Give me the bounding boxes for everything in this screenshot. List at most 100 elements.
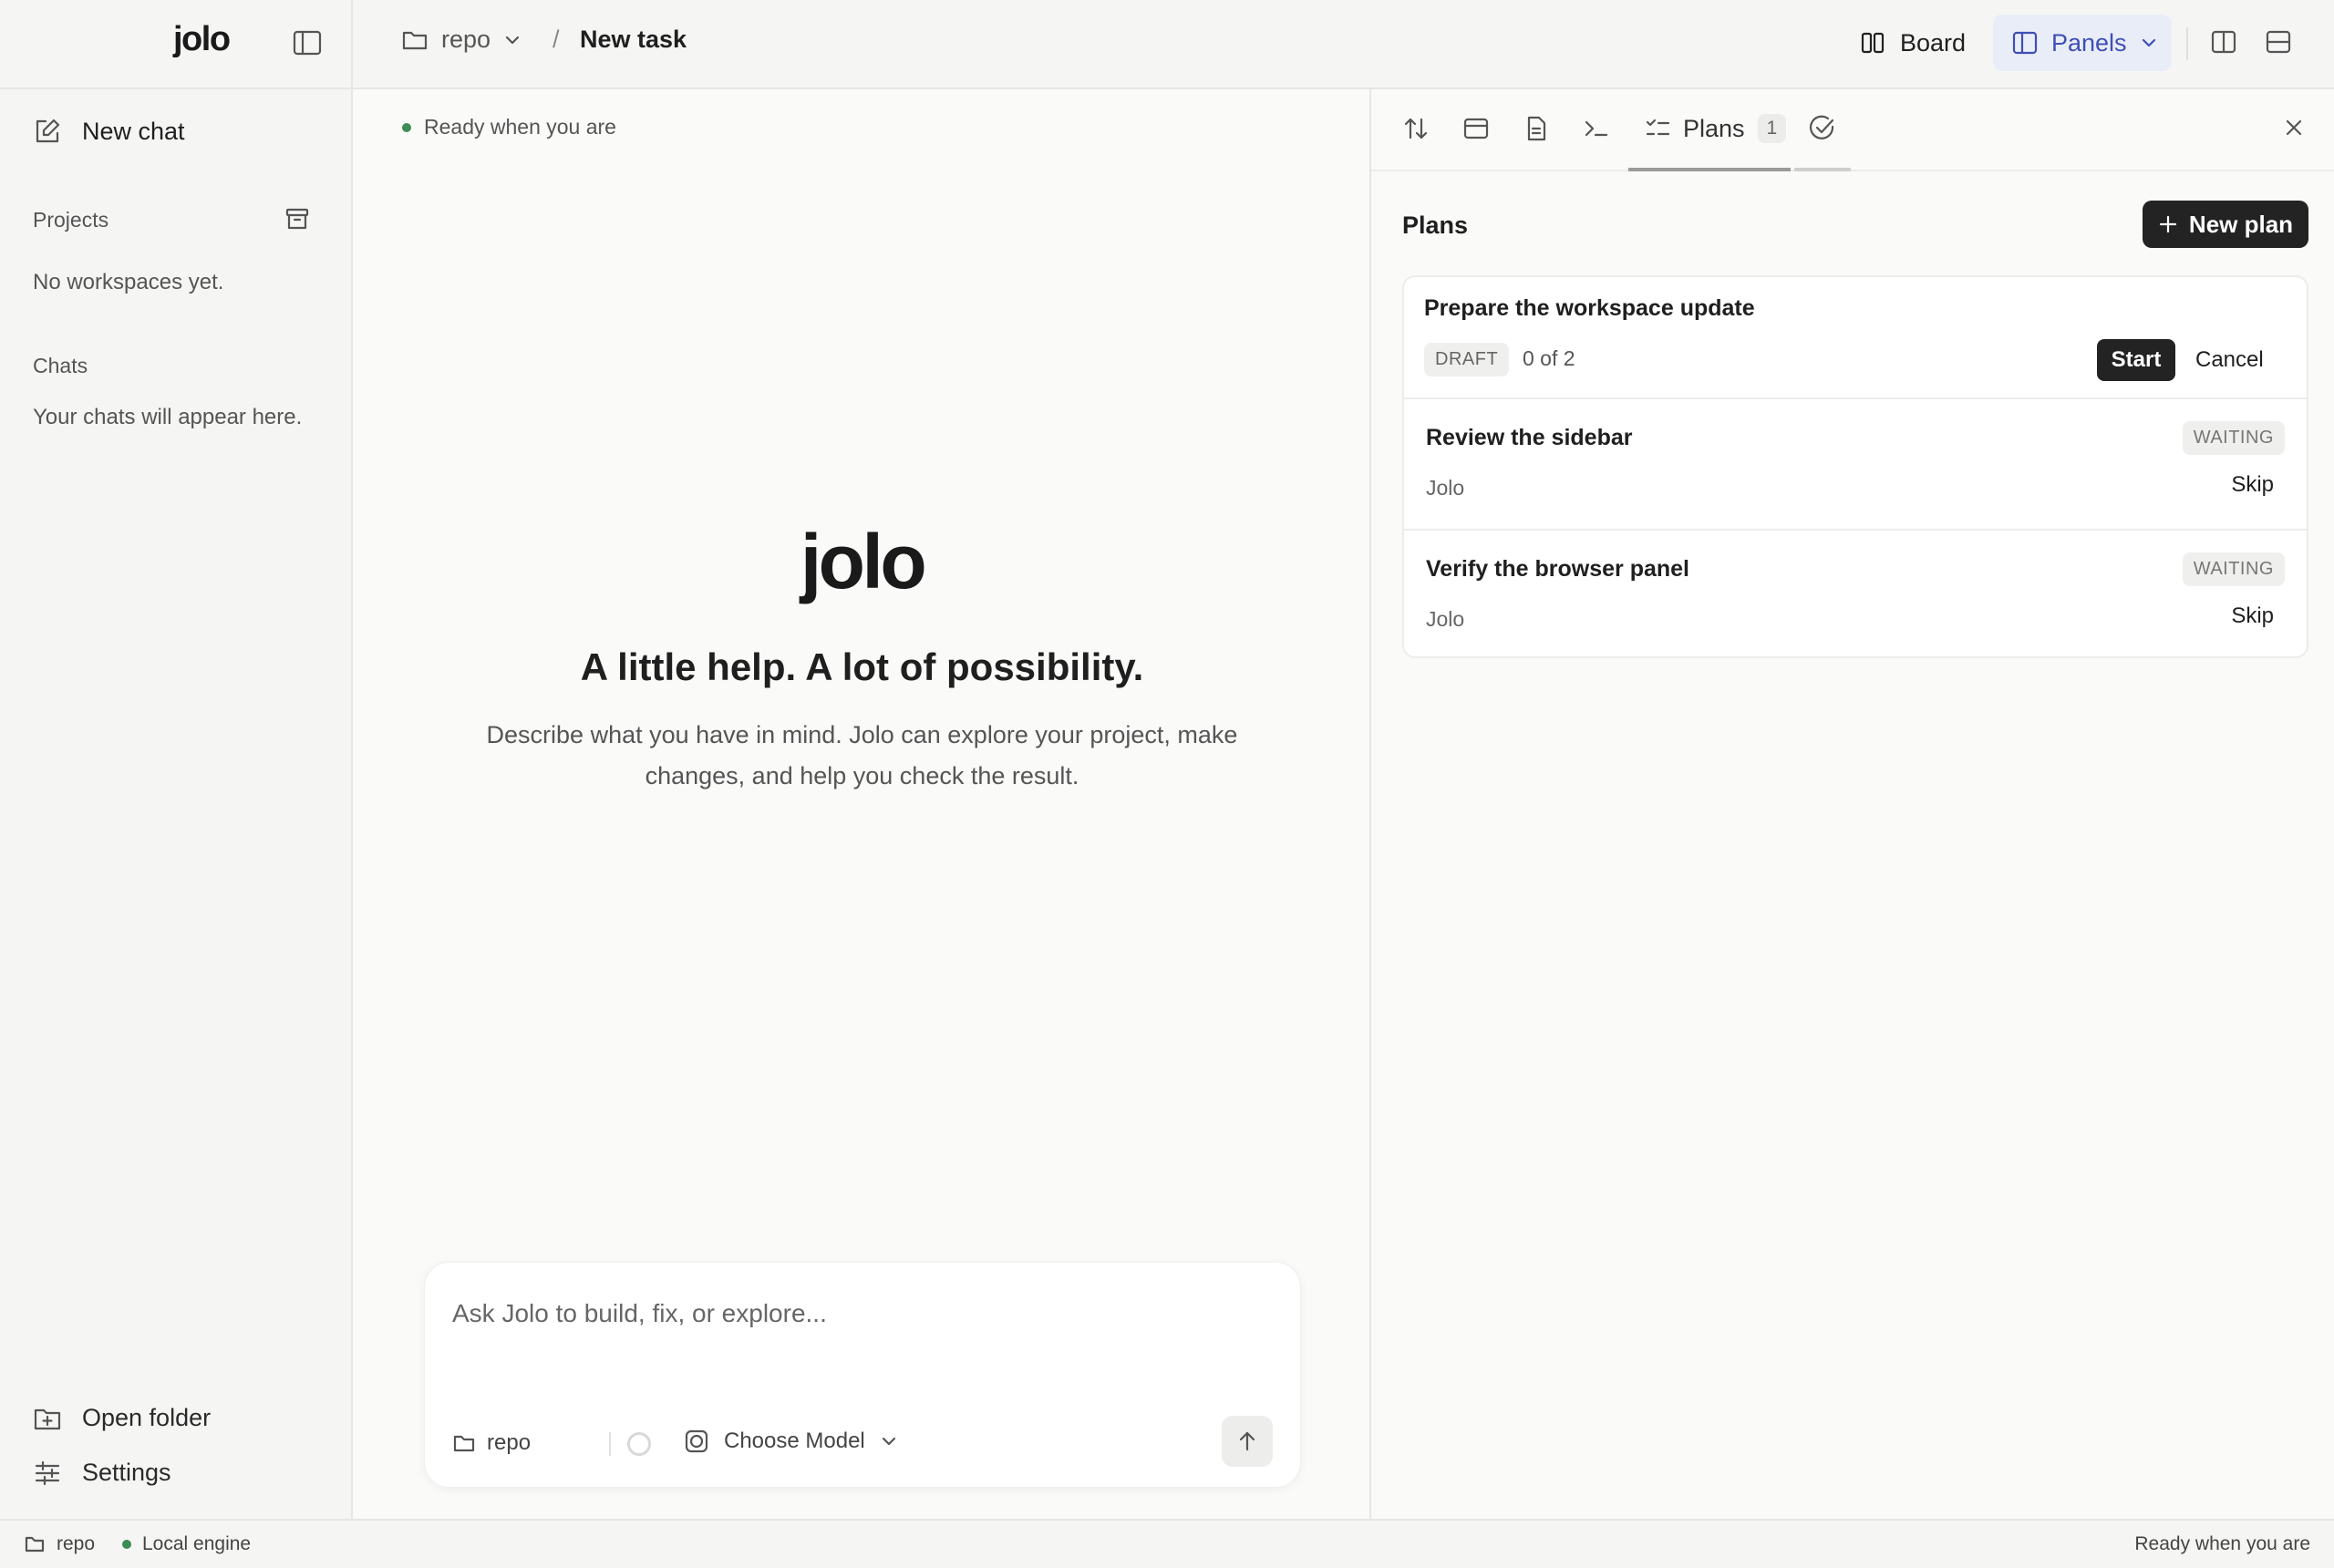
composer-repo-selector[interactable]: repo — [452, 1430, 531, 1456]
side-panel: Plans 1 Plans New plan Prepare the works… — [1369, 89, 2334, 1519]
statusbar-ready-text: Ready when you are — [2134, 1533, 2310, 1554]
skip-step-button[interactable]: Skip — [2231, 472, 2274, 498]
hero-subtitle: Describe what you have in mind. Jolo can… — [486, 721, 1238, 789]
breadcrumb-repo[interactable]: repo — [401, 26, 522, 54]
archive-icon — [285, 208, 309, 230]
hero-title: A little help. A lot of possibility. — [580, 645, 1144, 688]
close-icon — [2286, 119, 2302, 136]
breadcrumb-repo-label: repo — [441, 26, 491, 53]
tab-terminal[interactable] — [1583, 115, 1610, 142]
panels-button[interactable]: Panels — [1993, 15, 2172, 71]
tab-files[interactable] — [1523, 115, 1550, 142]
folder-icon — [453, 1435, 475, 1452]
plan-progress: 0 of 2 — [1523, 346, 1575, 370]
model-selector-label: Choose Model — [724, 1429, 865, 1453]
settings-button[interactable]: Settings — [33, 1459, 171, 1487]
model-icon — [685, 1429, 708, 1453]
plan-status-badge: DRAFT — [1424, 343, 1510, 377]
breadcrumb-task: New task — [580, 26, 687, 53]
sidebar-toggle-icon — [293, 30, 322, 56]
projects-title: Projects — [33, 208, 109, 232]
split-vertical-icon — [2211, 30, 2236, 54]
plan-card: Prepare the workspace update DRAFT 0 of … — [1402, 275, 2308, 658]
plans-heading: Plans — [1402, 211, 1469, 239]
open-folder-button[interactable]: Open folder — [33, 1404, 211, 1432]
folder-icon — [402, 31, 428, 49]
plan-step-status-badge: WAITING — [2182, 421, 2285, 455]
sliders-icon — [35, 1460, 60, 1485]
chevron-down-icon — [505, 36, 520, 44]
chevron-down-icon — [2142, 38, 2155, 47]
composer: repo Choose Model — [424, 1262, 1301, 1488]
sidebar: New chat Projects No workspaces yet. Cha… — [0, 89, 353, 1519]
split-horizontal-button[interactable] — [2265, 29, 2292, 55]
chevron-down-icon — [882, 1437, 895, 1446]
checklist-icon — [1646, 119, 1670, 136]
breadcrumb-separator: / — [553, 26, 560, 53]
engine-status-dot — [122, 1540, 131, 1549]
plan-step-status-badge: WAITING — [2182, 552, 2285, 586]
board-label: Board — [1900, 28, 1967, 57]
send-button[interactable] — [1222, 1416, 1273, 1467]
plan-step: Verify the browser panel Jolo WAITING Sk… — [1404, 529, 2307, 656]
plan-step-title: Review the sidebar — [1426, 425, 1633, 450]
header-divider — [2186, 27, 2188, 60]
split-horizontal-icon — [2266, 30, 2291, 54]
archive-button[interactable] — [284, 206, 310, 232]
chat-area: Ready when you are jolo A little help. A… — [355, 89, 1369, 1519]
statusbar-engine: Local engine — [122, 1533, 251, 1555]
hero-logo: jolo — [800, 519, 927, 604]
tab-plans-count: 1 — [1757, 114, 1787, 143]
split-vertical-button[interactable] — [2210, 29, 2237, 55]
plan-step-owner: Jolo — [1426, 476, 1465, 500]
chats-empty-text: Your chats will appear here. — [33, 405, 303, 429]
plan-step-owner: Jolo — [1426, 607, 1465, 631]
tab-browser[interactable] — [1462, 115, 1490, 142]
arrow-up-icon — [1239, 1431, 1255, 1451]
composer-input[interactable] — [452, 1286, 1273, 1341]
plan-name: Prepare the workspace update — [1424, 295, 1755, 321]
close-panel-button[interactable] — [2283, 117, 2305, 139]
plus-icon — [2159, 215, 2177, 233]
settings-label: Settings — [82, 1459, 171, 1486]
plan-step: Review the sidebar Jolo WAITING Skip — [1404, 397, 2307, 529]
skip-step-button[interactable]: Skip — [2231, 603, 2274, 629]
open-folder-label: Open folder — [82, 1404, 212, 1431]
tab-checks[interactable] — [1794, 89, 1851, 171]
model-selector[interactable]: Choose Model — [684, 1429, 898, 1454]
tab-plans[interactable]: Plans 1 — [1628, 89, 1791, 171]
start-plan-button[interactable]: Start — [2097, 339, 2175, 381]
ready-status-text: Ready when you are — [424, 115, 616, 139]
app-logo: jolo — [173, 20, 231, 58]
new-chat-label: New chat — [82, 117, 185, 145]
ready-status: Ready when you are — [402, 115, 616, 139]
folder-plus-icon — [34, 1408, 61, 1429]
sidebar-header: jolo — [0, 0, 353, 88]
new-plan-button[interactable]: New plan — [2143, 201, 2308, 248]
tab-changes[interactable] — [1402, 115, 1430, 142]
folder-icon — [25, 1536, 45, 1553]
new-plan-label: New plan — [2188, 210, 2294, 238]
top-bar: jolo repo / New task Board Panels — [0, 0, 2334, 89]
statusbar-repo-label: repo — [57, 1533, 96, 1554]
statusbar-repo[interactable]: repo — [24, 1533, 95, 1555]
tab-plans-label: Plans — [1683, 114, 1745, 142]
toggle-sidebar-button[interactable] — [292, 29, 323, 57]
new-chat-button[interactable]: New chat — [33, 117, 185, 146]
board-button[interactable]: Board — [1860, 22, 1966, 64]
board-icon — [1861, 32, 1885, 54]
composer-repo-label: repo — [487, 1430, 532, 1455]
panel-tab-bar: Plans 1 — [1371, 89, 2334, 171]
cancel-plan-button[interactable]: Cancel — [2195, 339, 2264, 381]
context-ring-indicator[interactable] — [627, 1432, 651, 1456]
panels-label: Panels — [2051, 28, 2127, 57]
file-icon — [1527, 116, 1546, 141]
terminal-icon — [1585, 120, 1608, 137]
panels-icon — [2012, 31, 2038, 55]
status-dot — [402, 122, 411, 132]
statusbar-engine-label: Local engine — [142, 1533, 252, 1554]
plan-step-title: Verify the browser panel — [1426, 556, 1689, 582]
browser-icon — [1463, 118, 1489, 139]
edit-icon — [36, 119, 60, 143]
projects-empty-text: No workspaces yet. — [33, 270, 224, 294]
